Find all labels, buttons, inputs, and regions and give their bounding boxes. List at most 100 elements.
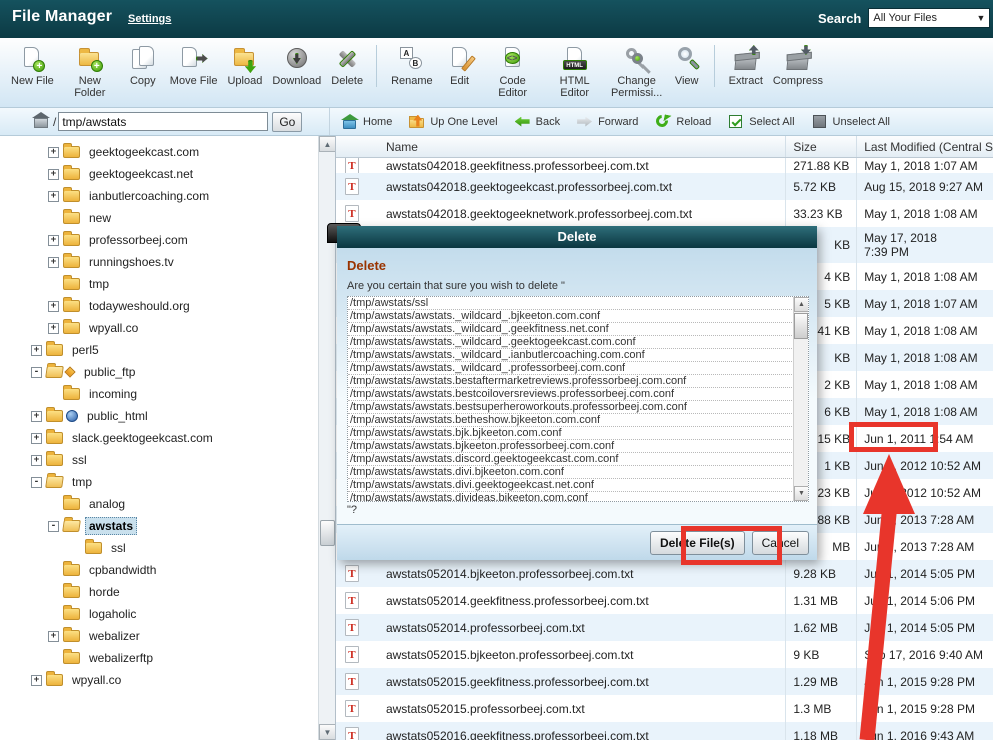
nav-button[interactable]: Up One Level	[409, 114, 497, 130]
tree-item[interactable]: tmp	[0, 273, 318, 295]
tree-item[interactable]: ssl	[0, 449, 318, 471]
tree-item[interactable]: geektogeekcast.net	[0, 163, 318, 185]
file-row[interactable]: awstats052014.professorbeej.com.txt 1.62…	[336, 614, 993, 641]
file-path: /tmp/awstats/awstats._wildcard_.professo…	[348, 362, 792, 375]
search-scope-select[interactable]: All Your Files ▼	[868, 8, 990, 28]
go-button[interactable]: Go	[272, 112, 302, 132]
toolbar-icon	[398, 45, 426, 72]
file-icon-cell	[336, 614, 368, 641]
list-scrollbar[interactable]: ▲ ▼	[793, 297, 808, 501]
cancel-button[interactable]: Cancel	[752, 531, 809, 555]
file-row[interactable]: awstats052014.bjkeeton.professorbeej.com…	[336, 560, 993, 587]
tree-item[interactable]: slack.geektogeekcast.com	[0, 427, 318, 449]
tree-item[interactable]: perl5	[0, 339, 318, 361]
tree-item[interactable]: public_ftp	[0, 361, 318, 383]
tree-toggle[interactable]	[31, 433, 42, 444]
toolbar-button[interactable]: Move File	[165, 45, 223, 87]
tree-toggle[interactable]	[31, 477, 42, 488]
nav-button[interactable]: Home	[342, 114, 392, 130]
tree-item[interactable]: public_html	[0, 405, 318, 427]
toolbar-button[interactable]: New File	[6, 45, 59, 87]
scrollbar-thumb[interactable]	[320, 520, 335, 546]
tree-item[interactable]: awstats	[0, 515, 318, 537]
tree-item[interactable]: webalizerftp	[0, 647, 318, 669]
file-icon-cell	[336, 158, 368, 173]
tree-item[interactable]: new	[0, 207, 318, 229]
tree-item[interactable]: logaholic	[0, 603, 318, 625]
toolbar-button[interactable]: Download	[267, 45, 326, 87]
name-column-header[interactable]: Name	[368, 140, 785, 154]
toolbar-button[interactable]: Code Editor	[482, 45, 544, 99]
tree-toggle[interactable]	[48, 257, 59, 268]
file-row[interactable]: awstats052015.bjkeeton.professorbeej.com…	[336, 641, 993, 668]
scroll-down-icon[interactable]: ▼	[794, 486, 809, 501]
file-row[interactable]: awstats042018.geektogeekcast.professorbe…	[336, 173, 993, 200]
text-file-icon	[345, 673, 359, 690]
nav-button[interactable]: Unselect All	[812, 114, 890, 130]
tree-toggle[interactable]	[48, 631, 59, 642]
tree-item[interactable]: professorbeej.com	[0, 229, 318, 251]
tree-item[interactable]: geektogeekcast.com	[0, 141, 318, 163]
toolbar-button[interactable]: Change Permissi...	[606, 45, 668, 99]
tree-toggle[interactable]	[48, 521, 59, 532]
tree-item[interactable]: wpyall.co	[0, 317, 318, 339]
tree-toggle[interactable]	[48, 191, 59, 202]
scroll-up-icon[interactable]: ▲	[794, 297, 809, 312]
toolbar-icon	[333, 45, 361, 72]
tree-toggle[interactable]	[48, 235, 59, 246]
modified-column-header[interactable]: Last Modified (Central St	[856, 136, 993, 157]
tree-item[interactable]: webalizer	[0, 625, 318, 647]
top-bar: File Manager Settings Search All Your Fi…	[0, 0, 993, 38]
file-row[interactable]: awstats052016.geekfitness.professorbeej.…	[336, 722, 993, 740]
tree-item[interactable]: tmp	[0, 471, 318, 493]
tree-toggle[interactable]	[48, 323, 59, 334]
path-root-label: /	[53, 115, 56, 129]
delete-file-list[interactable]: ▲ ▼ /tmp/awstats/ssl /tmp/awstats/awstat…	[347, 296, 809, 502]
toolbar-button[interactable]: Delete	[326, 45, 377, 87]
tree-item[interactable]: horde	[0, 581, 318, 603]
tree-toggle[interactable]	[48, 147, 59, 158]
toolbar-button[interactable]: Rename	[386, 45, 438, 87]
path-input[interactable]	[58, 112, 268, 131]
tree-toggle[interactable]	[31, 345, 42, 356]
toolbar-button[interactable]: Copy	[121, 45, 165, 87]
toolbar-button[interactable]: Upload	[222, 45, 267, 87]
file-row[interactable]: awstats052015.professorbeej.com.txt 1.3 …	[336, 695, 993, 722]
file-row[interactable]: awstats042018.geekfitness.professorbeej.…	[336, 158, 993, 173]
tree-item[interactable]: cpbandwidth	[0, 559, 318, 581]
nav-button[interactable]: Reload	[655, 114, 711, 130]
scroll-up-icon[interactable]: ▲	[319, 136, 336, 152]
nav-button[interactable]: Back	[515, 114, 560, 130]
toolbar-button[interactable]: View	[668, 45, 715, 87]
file-row[interactable]: awstats052015.geekfitness.professorbeej.…	[336, 668, 993, 695]
size-column-header[interactable]: Size	[785, 136, 856, 157]
tree-item[interactable]: incoming	[0, 383, 318, 405]
tree-toggle[interactable]	[48, 169, 59, 180]
file-row[interactable]: awstats052014.geekfitness.professorbeej.…	[336, 587, 993, 614]
toolbar-icon	[76, 45, 104, 72]
tree-item[interactable]: todayweshould.org	[0, 295, 318, 317]
nav-button[interactable]: Forward	[577, 114, 638, 130]
tree-toggle[interactable]	[31, 455, 42, 466]
toolbar-button[interactable]: Edit	[438, 45, 482, 87]
settings-link[interactable]: Settings	[128, 13, 171, 25]
toolbar-button[interactable]: Compress	[768, 45, 828, 87]
tree-item[interactable]: ianbutlercoaching.com	[0, 185, 318, 207]
tree-toggle[interactable]	[48, 301, 59, 312]
tree-toggle[interactable]	[31, 367, 42, 378]
toolbar-button[interactable]: New Folder	[59, 45, 121, 99]
file-row[interactable]: awstats042018.geektogeeknetwork.professo…	[336, 200, 993, 227]
tree-toggle[interactable]	[31, 411, 42, 422]
tree-item[interactable]: ssl	[0, 537, 318, 559]
nav-button[interactable]: Select All	[728, 114, 794, 130]
tree-item[interactable]: wpyall.co	[0, 669, 318, 691]
toolbar-button[interactable]: HTML Editor	[544, 45, 606, 99]
tree-toggle[interactable]	[31, 675, 42, 686]
text-file-icon	[345, 158, 359, 173]
toolbar-button[interactable]: Extract	[724, 45, 768, 87]
tree-item[interactable]: analog	[0, 493, 318, 515]
tree-item[interactable]: runningshoes.tv	[0, 251, 318, 273]
delete-files-button[interactable]: Delete File(s)	[650, 531, 745, 555]
scrollbar-thumb[interactable]	[794, 313, 808, 339]
scroll-down-icon[interactable]: ▼	[319, 724, 336, 740]
